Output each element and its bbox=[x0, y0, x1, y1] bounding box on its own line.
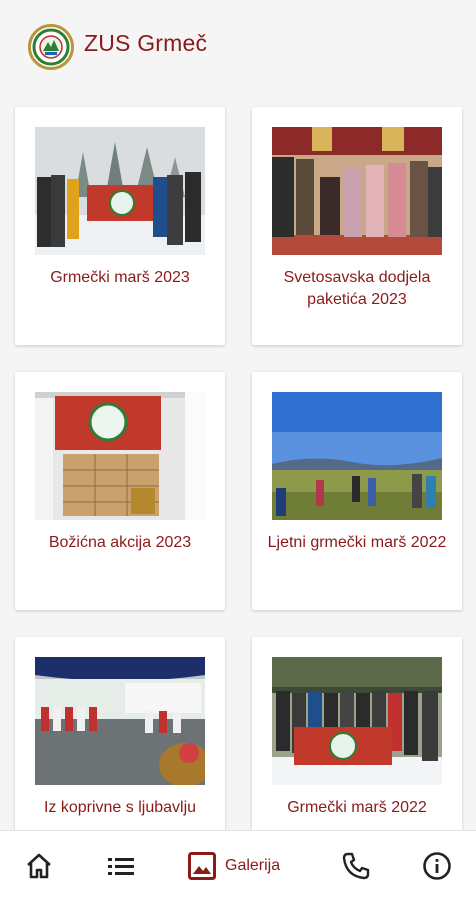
gallery-card-title: Svetosavska dodjela paketića 2023 bbox=[283, 269, 431, 308]
gallery-card-title: Grmečki marš 2022 bbox=[287, 799, 427, 816]
gallery-card[interactable]: Svetosavska dodjela paketića 2023 bbox=[252, 107, 462, 345]
gallery-thumbnail bbox=[35, 392, 205, 520]
nav-list[interactable] bbox=[106, 849, 136, 883]
info-icon bbox=[423, 852, 451, 880]
gallery-card-title: Grmečki marš 2023 bbox=[50, 269, 190, 286]
nav-phone[interactable] bbox=[341, 849, 371, 883]
phone-icon bbox=[342, 852, 370, 880]
bottom-navigation: Galerija bbox=[0, 830, 476, 901]
gallery-card[interactable]: Ljetni grmečki marš 2022 bbox=[252, 372, 462, 610]
gallery-thumbnail bbox=[272, 392, 442, 520]
home-icon bbox=[27, 853, 51, 879]
nav-gallery-label: Galerija bbox=[225, 857, 281, 874]
gallery-card[interactable]: Božićna akcija 2023 bbox=[15, 372, 225, 610]
gallery-thumbnail bbox=[35, 127, 205, 255]
image-icon bbox=[188, 852, 216, 880]
gallery-card-title: Iz koprivne s ljubavlju bbox=[43, 799, 197, 816]
gallery-thumbnail bbox=[272, 657, 442, 785]
gallery-thumbnail bbox=[35, 657, 205, 785]
list-icon bbox=[108, 858, 134, 875]
nav-info[interactable] bbox=[422, 849, 452, 883]
gallery-card-title: Ljetni grmečki marš 2022 bbox=[267, 534, 447, 551]
gallery-card[interactable]: Grmečki marš 2023 bbox=[15, 107, 225, 345]
nav-gallery[interactable]: Galerija bbox=[187, 849, 280, 883]
gallery-thumbnail bbox=[272, 127, 442, 255]
nav-home[interactable] bbox=[24, 849, 54, 883]
gallery-grid: Grmečki marš 2023 Svetosavska dodjela pa… bbox=[0, 0, 476, 875]
gallery-card-title: Božićna akcija 2023 bbox=[48, 534, 192, 551]
